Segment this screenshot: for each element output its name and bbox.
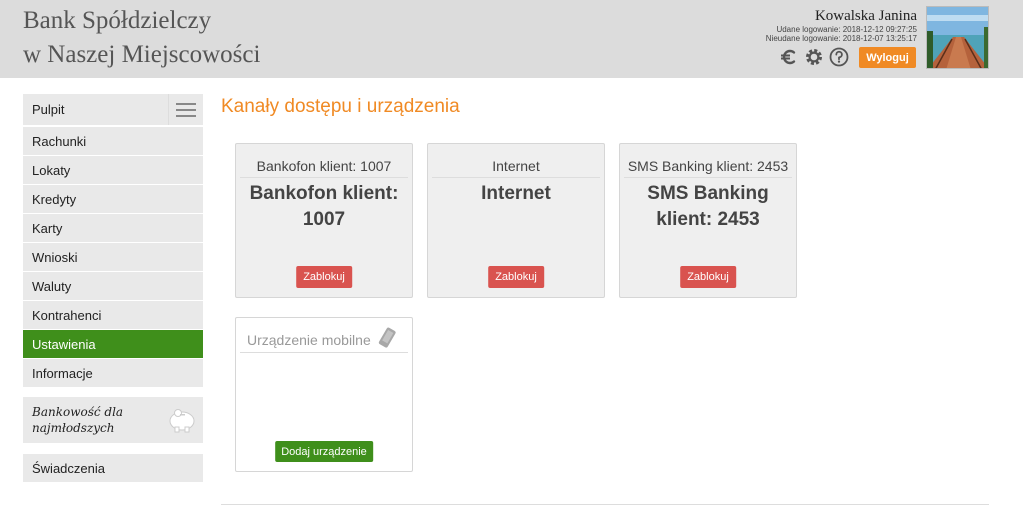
last-success-login: Udane logowanie: 2018-12-12 09:27:25 (776, 25, 917, 34)
card-title-line2: klient: 2453 (656, 209, 760, 230)
channel-card-bankofon: Bankofon klient: 1007 Bankofon klient: 1… (235, 143, 413, 298)
mobile-device-card: Urządzenie mobilne Dodaj urządzenie (235, 317, 413, 472)
euro-icon[interactable] (779, 47, 799, 67)
sidebar-item-label: Lokaty (32, 162, 71, 178)
block-button[interactable]: Zablokuj (680, 266, 736, 288)
avatar (926, 6, 989, 69)
card-title-line1: Bankofon klient: (249, 183, 399, 204)
sidebar-item-label: Pulpit (32, 102, 65, 117)
card-header: Internet (432, 158, 600, 178)
sidebar-item-lokaty[interactable]: Lokaty (23, 156, 203, 184)
channel-card-sms-banking: SMS Banking klient: 2453 SMS Banking kli… (619, 143, 797, 298)
last-failed-login: Nieudane logowanie: 2018-12-07 13:25:17 (765, 34, 917, 43)
piggy-bank-icon (167, 404, 197, 439)
header: Bank Spółdzielczy w Naszej Miejscowości … (0, 0, 1023, 78)
sidebar-item-rachunki[interactable]: Rachunki (23, 127, 203, 155)
channel-card-internet: Internet Internet Zablokuj (427, 143, 605, 298)
sidebar-item-karty[interactable]: Karty (23, 214, 203, 242)
sidebar-item-label: Rachunki (32, 133, 87, 149)
sidebar-item-label: Kredyty (32, 191, 77, 207)
sidebar-item-label: Ustawienia (32, 336, 96, 352)
bank-name-line1: Bank Spółdzielczy (23, 7, 212, 34)
sidebar: Pulpit Rachunki Lokaty Kredyty Karty Wni… (23, 94, 203, 483)
sidebar-item-label: Informacje (32, 365, 93, 381)
kids-banking-link[interactable]: Bankowość dla najmłodszych (23, 397, 203, 443)
sidebar-item-ustawienia[interactable]: Ustawienia (23, 330, 203, 358)
sidebar-item-pulpit[interactable]: Pulpit (23, 94, 203, 125)
sidebar-item-kredyty[interactable]: Kredyty (23, 185, 203, 213)
sidebar-item-label: Świadczenia (32, 460, 105, 476)
sidebar-item-label: Waluty (32, 278, 72, 294)
add-device-button[interactable]: Dodaj urządzenie (275, 441, 373, 462)
sidebar-item-informacje[interactable]: Informacje (23, 359, 203, 387)
footer-divider (221, 504, 989, 505)
card-title-line2: 1007 (302, 209, 346, 230)
page-title: Kanały dostępu i urządzenia (221, 96, 460, 117)
sidebar-item-wnioski[interactable]: Wnioski (23, 243, 203, 271)
card-header: Urządzenie mobilne (247, 332, 371, 348)
sidebar-item-label: Wnioski (32, 249, 78, 265)
bank-name: Bank Spółdzielczy w Naszej Miejscowości (23, 4, 260, 72)
header-icons (779, 47, 849, 67)
sidebar-item-label: Karty (32, 220, 63, 236)
card-header: Bankofon klient: 1007 (240, 158, 408, 178)
menu-icon[interactable] (168, 94, 203, 125)
help-icon[interactable] (829, 47, 849, 67)
kids-banking-label: Bankowość dla najmłodszych (32, 405, 124, 435)
card-title: SMS Banking klient: 2453 (624, 181, 792, 233)
sidebar-item-label: Kontrahenci (32, 307, 102, 323)
card-header: SMS Banking klient: 2453 (624, 158, 792, 178)
bank-name-line2: w Naszej Miejscowości (23, 41, 261, 68)
logout-button[interactable]: Wyloguj (859, 47, 916, 68)
card-title: Bankofon klient: 1007 (240, 181, 408, 233)
card-title-line1: SMS Banking (647, 183, 769, 204)
block-button[interactable]: Zablokuj (488, 266, 544, 288)
block-button[interactable]: Zablokuj (296, 266, 352, 288)
sidebar-item-waluty[interactable]: Waluty (23, 272, 203, 300)
gear-icon[interactable] (804, 47, 824, 67)
login-info: Udane logowanie: 2018-12-12 09:27:25 Nie… (766, 25, 917, 43)
card-title-line1: Internet (481, 183, 551, 204)
card-title: Internet (432, 181, 600, 207)
user-name: Kowalska Janina (814, 8, 917, 24)
phone-icon (376, 327, 398, 354)
sidebar-item-swiadczenia[interactable]: Świadczenia (23, 454, 203, 482)
sidebar-item-kontrahenci[interactable]: Kontrahenci (23, 301, 203, 329)
